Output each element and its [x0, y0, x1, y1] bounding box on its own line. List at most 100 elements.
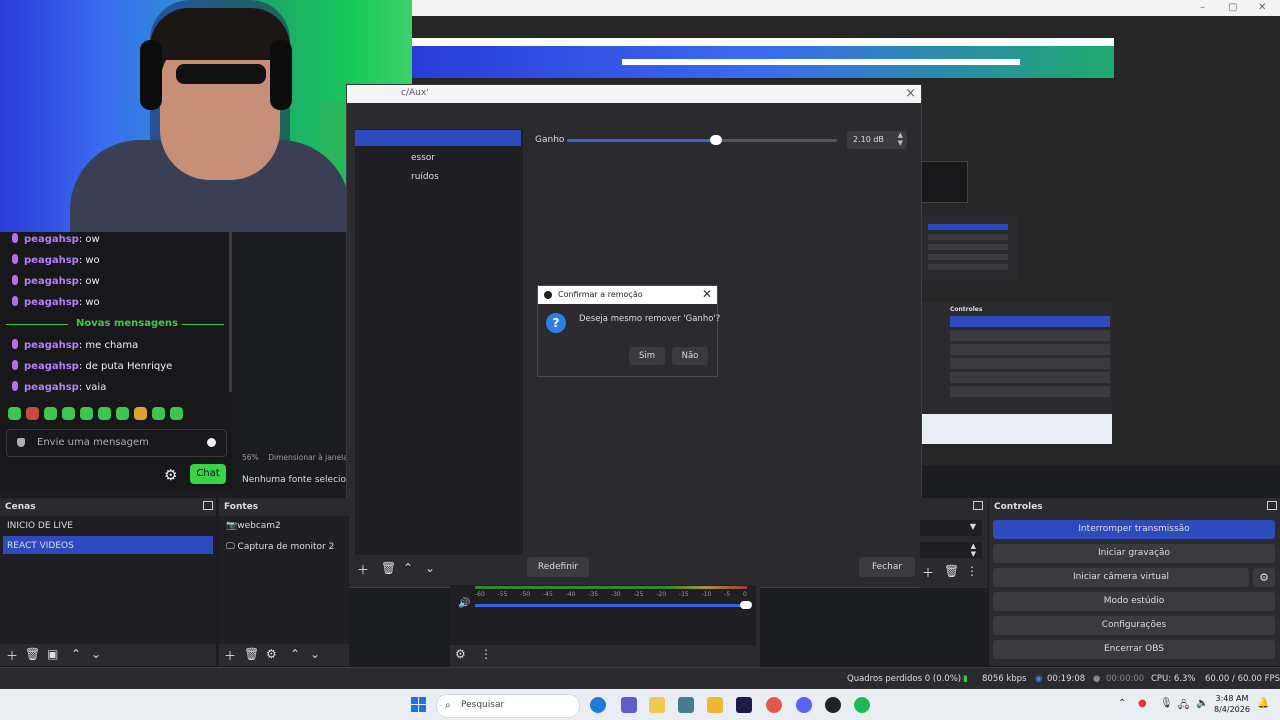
gain-label: Ganho [535, 135, 565, 145]
zoom-level: 56% Dimensionar à janela [242, 453, 348, 462]
gear-icon[interactable]: ⚙ [1253, 568, 1275, 587]
chat-scrollbar[interactable] [229, 232, 232, 392]
app-icon[interactable] [678, 697, 694, 713]
trash-icon[interactable]: 🗑 [25, 647, 40, 661]
scene-item[interactable]: INICIO DE LIVE [7, 521, 73, 531]
emote-icon[interactable] [80, 407, 93, 420]
edge-icon[interactable] [590, 697, 606, 713]
chat-send-button[interactable]: Chat [190, 464, 226, 484]
signal-icon: ▮ [963, 674, 968, 684]
more-icon[interactable]: ⋮ [480, 647, 492, 661]
emote-icon[interactable] [26, 407, 39, 420]
taskbar-clock[interactable]: 3:48 AM 8/4/2026 [1214, 693, 1250, 715]
dialog-titlebar: Confirmar a remoção ✕ [538, 286, 717, 304]
volume-slider[interactable] [475, 604, 747, 607]
close-button[interactable]: Fechar [859, 557, 915, 577]
gain-slider-handle[interactable] [709, 135, 722, 145]
chat-message: peagahsp: de puta Henriqye [12, 360, 172, 372]
trash-icon[interactable]: 🗑 [944, 564, 959, 578]
emote-icon[interactable] [98, 407, 111, 420]
app-icon[interactable] [707, 697, 723, 713]
nested-controls [920, 216, 1018, 280]
yes-button[interactable]: Sim [629, 347, 665, 365]
speaker-icon[interactable]: 🔊 [458, 598, 470, 609]
move-up-icon[interactable]: ⌃ [403, 561, 413, 575]
minimize-icon[interactable]: – [1200, 2, 1205, 13]
gear-icon[interactable]: ⚙ [164, 466, 177, 484]
move-up-icon[interactable]: ⌃ [290, 647, 300, 661]
move-down-icon[interactable]: ⌄ [310, 647, 320, 661]
stop-streaming-button[interactable]: Interromper transmissão [993, 520, 1275, 539]
network-icon[interactable]: 🖧 [1178, 698, 1189, 715]
source-item[interactable]: 📷webcam2 [226, 521, 281, 531]
emote-icon[interactable] [116, 407, 129, 420]
move-up-icon[interactable]: ⌃ [71, 647, 81, 661]
add-icon[interactable]: ＋ [224, 647, 236, 664]
emote-icon[interactable] [170, 407, 183, 420]
more-icon[interactable]: ⋮ [966, 564, 978, 578]
filter-item[interactable]: essor [411, 153, 435, 163]
spotify-icon[interactable] [854, 697, 870, 713]
sources-list[interactable]: 📷webcam2 🖵 Captura de monitor 2 [219, 516, 349, 644]
start-recording-button[interactable]: Iniciar gravação [993, 544, 1275, 563]
filter-item-selected[interactable] [355, 130, 521, 146]
notification-icon[interactable]: 🔔 [1257, 698, 1269, 709]
move-down-icon[interactable]: ⌄ [425, 561, 435, 575]
volume-icon[interactable]: 🔈 [1196, 698, 1208, 709]
emote-icon[interactable] [134, 407, 147, 420]
start-virtual-camera-button[interactable]: Iniciar câmera virtual [993, 568, 1249, 587]
settings-button[interactable]: Configurações [993, 616, 1275, 635]
emoji-icon[interactable] [207, 438, 216, 447]
gear-icon[interactable]: ⚙ [266, 647, 277, 661]
close-icon[interactable]: ✕ [702, 287, 712, 301]
filter-item[interactable]: ruídos [411, 172, 439, 182]
emote-icon[interactable] [8, 407, 21, 420]
windows-taskbar: ⌕ Pesquisar ⌃ ● 🎙 🖧 🔈 3:48 AM 8/4/2026 🔔 [0, 689, 1280, 720]
add-icon[interactable]: ＋ [6, 647, 18, 664]
emote-icon[interactable] [152, 407, 165, 420]
studio-mode-button[interactable]: Modo estúdio [993, 592, 1275, 611]
emote-icon[interactable] [44, 407, 57, 420]
premiere-icon[interactable] [736, 697, 752, 713]
chat-message: peagahsp: me chama [12, 339, 138, 351]
maximize-icon[interactable]: ▢ [1228, 2, 1237, 13]
filter-list[interactable]: essor ruídos [355, 129, 523, 555]
close-icon[interactable]: × [905, 86, 916, 101]
volume-slider-handle[interactable] [740, 601, 752, 609]
undock-icon[interactable] [973, 501, 983, 510]
transition-select[interactable]: ▼ [920, 520, 982, 536]
mic-icon[interactable]: 🎙 [1160, 698, 1173, 709]
undock-icon[interactable] [1267, 501, 1277, 510]
scene-item[interactable]: REACT VIDEOS [7, 541, 74, 551]
trash-icon[interactable]: 🗑 [381, 561, 396, 575]
stream-time: 00:19:08 [1047, 674, 1086, 684]
exit-button[interactable]: Encerrar OBS [993, 640, 1275, 659]
obs-icon[interactable] [825, 697, 841, 713]
trash-icon[interactable]: 🗑 [244, 647, 259, 661]
emote-icon[interactable] [62, 407, 75, 420]
add-icon[interactable]: ＋ [922, 564, 934, 581]
gain-spinbox[interactable]: 2.10 dB ▲ ▼ [847, 131, 907, 149]
file-explorer-icon[interactable] [649, 697, 665, 713]
taskbar-search[interactable]: ⌕ Pesquisar [436, 694, 580, 718]
gain-slider[interactable] [567, 135, 837, 145]
filter-icon[interactable]: ▣ [47, 647, 58, 661]
move-down-icon[interactable]: ⌄ [91, 647, 101, 661]
chevron-up-icon[interactable]: ⌃ [1118, 698, 1126, 709]
shield-icon [17, 438, 25, 447]
scenes-list[interactable]: INICIO DE LIVE REACT VIDEOS [0, 516, 216, 644]
duration-spinbox[interactable]: ▲ ▼ [920, 542, 982, 558]
source-item[interactable]: 🖵 Captura de monitor 2 [226, 542, 334, 552]
opera-icon[interactable] [766, 697, 782, 713]
tray-app-icon[interactable]: ● [1138, 698, 1147, 709]
close-icon[interactable]: ✕ [1258, 2, 1266, 13]
discord-icon[interactable] [796, 697, 812, 713]
gear-icon[interactable]: ⚙ [455, 647, 466, 661]
no-button[interactable]: Não [672, 347, 708, 365]
teams-icon[interactable] [621, 697, 637, 713]
reset-button[interactable]: Redefinir [527, 557, 589, 577]
chat-input[interactable]: Envie uma mensagem [6, 429, 227, 457]
add-filter-icon[interactable]: ＋ [357, 561, 369, 578]
windows-start-icon[interactable] [411, 697, 427, 713]
undock-icon[interactable] [203, 501, 213, 510]
